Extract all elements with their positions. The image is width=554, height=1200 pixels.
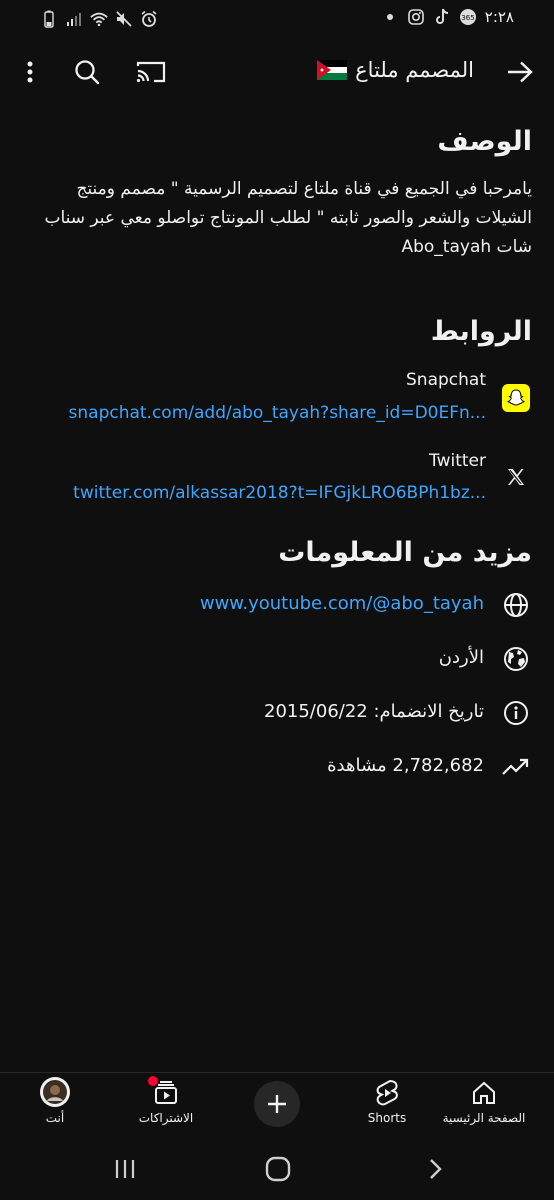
nav-you[interactable]: أنت [0,1077,110,1125]
snapchat-link[interactable]: snapchat.com/add/abo_tayah?share_id=D0EF… [34,403,486,423]
x-icon [502,463,530,491]
subscriptions-icon [148,1076,180,1107]
top-app-bar: المصمم ملتاع [0,44,554,104]
dot-icon [381,8,399,26]
nav-subscriptions[interactable]: الاشتراكات [111,1076,221,1125]
svg-text:365: 365 [461,14,474,22]
signal-icon [65,10,83,28]
create-button[interactable] [254,1081,300,1127]
website-link[interactable]: www.youtube.com/@abo_tayah [200,593,484,614]
views-text: 2,782,682 مشاهدة [327,755,484,776]
nav-home[interactable]: الصفحة الرئيسية [429,1079,539,1125]
more-info-title: مزيد من المعلومات [278,537,532,568]
home-circle-icon [265,1156,291,1182]
twitter-label: Twitter [429,451,486,471]
tiktok-icon [433,8,451,26]
bottom-navigation: الصفحة الرئيسية Shorts الاشتراكات أنت [0,1072,554,1139]
nav-home-label: الصفحة الرئيسية [442,1111,526,1125]
shorts-icon [376,1079,398,1106]
arrow-forward-icon [508,61,533,83]
back-button[interactable] [500,52,540,92]
wifi-icon [90,10,108,28]
status-time: ٢:٢٨ [484,8,514,26]
more-options-button[interactable] [10,52,50,92]
channel-name: المصمم ملتاع [355,58,474,82]
status-right: 365 ٢:٢٨ [381,8,514,26]
mute-icon [115,10,133,28]
nav-shorts-label: Shorts [367,1111,407,1125]
more-vert-icon [27,61,33,83]
battery-icon [40,10,58,28]
search-button[interactable] [67,52,107,92]
country-text: الأردن [438,647,484,668]
search-icon [75,60,100,85]
channel-title: المصمم ملتاع [317,58,474,82]
cast-button[interactable] [131,52,171,92]
description-text: يامرحبا في الجميع في قناة ملتاع لتصميم ا… [44,179,532,257]
jordan-flag-icon [317,60,348,80]
app-icon: 365 [459,8,477,26]
nav-shorts[interactable]: Shorts [332,1079,442,1125]
snapchat-label: Snapchat [406,370,486,390]
status-bar: 365 ٢:٢٨ [0,0,554,40]
joined-date-text: تاريخ الانضمام: 2015/06/22 [264,701,484,722]
home-system-button[interactable] [264,1155,292,1183]
description-title: الوصف [437,126,532,157]
links-title: الروابط [430,316,532,347]
snapchat-icon [502,384,530,412]
trending-icon [502,753,530,781]
system-navigation-bar [0,1138,554,1200]
chevron-right-icon [430,1159,442,1179]
plus-icon [268,1095,286,1113]
back-system-button[interactable] [422,1156,448,1182]
notification-dot [148,1076,158,1086]
instagram-icon [407,8,425,26]
avatar-image [43,1080,67,1104]
avatar [40,1077,70,1107]
cast-icon [136,61,166,83]
nav-you-label: أنت [45,1111,65,1125]
world-icon [502,645,530,673]
create-button-circle [254,1081,300,1127]
alarm-icon [140,10,158,28]
recents-icon [115,1160,135,1178]
info-icon [502,699,530,727]
nav-subscriptions-label: الاشتراكات [138,1111,194,1125]
status-left-icons [40,10,158,28]
home-icon [473,1081,495,1104]
recents-button[interactable] [112,1156,138,1182]
twitter-link[interactable]: twitter.com/alkassar2018?t=IFGjkLRO6BPh1… [34,483,486,503]
globe-icon [502,591,530,619]
